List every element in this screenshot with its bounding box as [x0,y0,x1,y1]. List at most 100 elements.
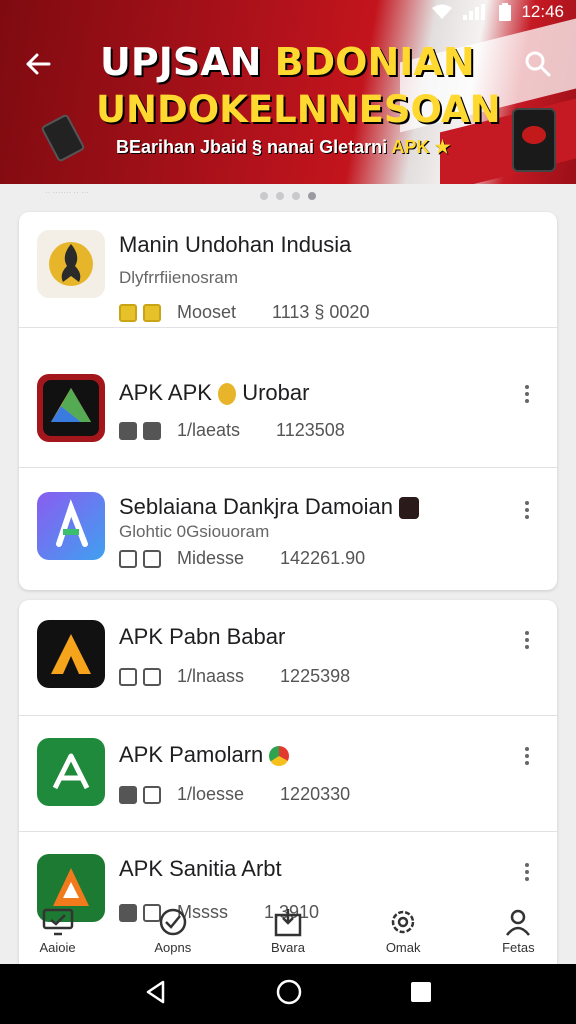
wifi-icon [432,4,453,19]
check-badge-icon [143,667,161,686]
app-meta: 1/lnaass 1225398 [119,666,350,687]
triangle-back-icon [146,980,165,1003]
list-item[interactable]: Seblaiana Dankjra Damoian Glohtic 0Gsiou… [19,468,557,584]
square-recents-icon [411,981,431,1002]
shield-icon [399,497,420,520]
app-name: Seblaiana Dankjra Damoian [119,494,420,520]
nav-item-profile[interactable]: Fetas [468,906,568,955]
nav-label: Aopns [154,939,192,955]
system-home-button[interactable] [275,978,303,1011]
carousel-dot[interactable] [276,192,284,200]
banner-title-line2: UNDOKELNNESOAN [96,88,501,131]
app-name-suffix: Urobar [242,380,310,405]
header-banner: 12:46 UPJSAN BDONIAN UNDOKELNNESOAN BEar… [0,0,576,184]
drive-triangle-icon [37,374,105,442]
green-a-icon [37,738,105,806]
system-back-button[interactable] [143,979,169,1010]
more-options-button[interactable] [517,858,537,886]
app-name-text: APK APK [119,380,212,405]
app-developer: Glohtic 0Gsiouoram [119,522,270,541]
app-name-text: APK Pamolarn [119,742,264,767]
rating-badge-icon [119,303,137,322]
more-options-button[interactable] [517,380,537,408]
app-name: APK APK Urobar [119,380,309,406]
gear-badge-icon [386,906,420,938]
app-meta: 1/laeats 1123508 [119,420,345,441]
orange-a-icon [37,620,105,688]
banner-title-white: UPJSAN [100,40,262,84]
back-button[interactable] [18,44,58,84]
rating-badge-icon [119,549,137,568]
app-name: APK Pabn Babar [119,624,286,649]
signal-icon [463,4,486,20]
nav-label: Bvara [270,939,305,955]
pin-icon [218,383,237,406]
rating-badge-icon [119,667,137,686]
app-size: 1113 § 0020 [272,302,370,322]
list-item[interactable]: APK APK Urobar 1/laeats 1123508 [19,352,557,468]
nav-item-home[interactable]: Aaioie [8,906,108,955]
status-time: 12:46 [521,2,564,21]
more-options-button[interactable] [517,626,537,654]
app-label: Mooset [177,302,237,322]
gradient-a-icon [37,492,105,560]
nav-item-apps[interactable]: Aopns [123,906,223,955]
phone-illustration-icon [512,108,556,172]
nav-label: Fetas [502,939,535,955]
search-button[interactable] [518,44,558,84]
star-icon: ★ [434,137,451,157]
carousel-indicator[interactable] [0,192,576,200]
app-size: 142261.90 [280,548,366,568]
check-badge-icon [143,303,161,322]
rating-badge-icon [119,785,137,804]
carousel-dot[interactable] [292,192,300,200]
nav-item-downloads[interactable]: Bvara [238,906,338,955]
nav-label: Aaioie [39,939,76,955]
app-name-text: Seblaiana Dankjra Damoian [119,494,393,519]
more-options-button[interactable] [517,742,537,770]
app-size: 1225398 [280,666,351,686]
nav-label: Omak [385,939,421,955]
badge-check-icon [156,906,190,938]
garuda-emblem-icon [37,230,105,298]
list-item[interactable]: APK Pabn Babar 1/lnaass 1225398 [19,600,557,716]
nav-item-settings[interactable]: Omak [353,906,453,955]
chrome-logo-icon [269,746,290,767]
banner-title-yellow: BDONIAN [274,40,475,84]
phone-illustration-icon [40,113,86,163]
carousel-dot-active[interactable] [308,192,316,200]
system-navigation-bar [0,964,576,1024]
battery-icon [499,3,512,21]
status-bar: 12:46 [0,0,576,24]
download-box-icon [271,906,305,938]
banner-title-line1: UPJSAN BDONIAN [100,40,480,84]
more-options-button[interactable] [517,496,537,524]
app-meta: Mooset 1113 § 0020 [119,302,369,323]
app-label: Midesse [177,548,245,568]
app-meta: 1/loesse 1220330 [119,784,350,805]
app-list-card: Manin Undohan Indusia Dlyfrrfiienosram M… [19,212,557,590]
app-name: APK Pamolarn [119,742,290,768]
circle-home-icon [276,979,302,1004]
search-icon [525,51,551,77]
system-recents-button[interactable] [409,980,433,1009]
carousel-dot[interactable] [260,192,268,200]
app-meta: Midesse 142261.90 [119,548,365,569]
rating-badge-icon [119,421,137,440]
app-name: Manin Undohan Indusia [119,232,352,257]
person-icon [501,906,535,938]
list-item[interactable]: Manin Undohan Indusia Dlyfrrfiienosram M… [19,212,557,328]
app-label: 1/laeats [177,420,241,440]
banner-subtitle: BEarihan Jbaid § nanai Gletarni APK ★ [116,137,451,158]
app-size: 1220330 [280,784,351,804]
check-badge-icon [143,549,161,568]
app-developer: Dlyfrrfiienosram [119,268,239,287]
app-label: 1/lnaass [177,666,245,686]
banner-subtitle-text: BEarihan Jbaid § nanai Gletarni [116,137,388,157]
app-label: 1/loesse [177,784,245,804]
bottom-navigation: Aaioie Aopns Bvara Omak Fetas [0,896,576,964]
list-item[interactable]: APK Pamolarn 1/loesse 1220330 [19,716,557,832]
app-name: APK Sanitia Arbt [119,856,282,881]
banner-subtitle-apk: APK [391,137,430,157]
check-badge-icon [143,785,161,804]
